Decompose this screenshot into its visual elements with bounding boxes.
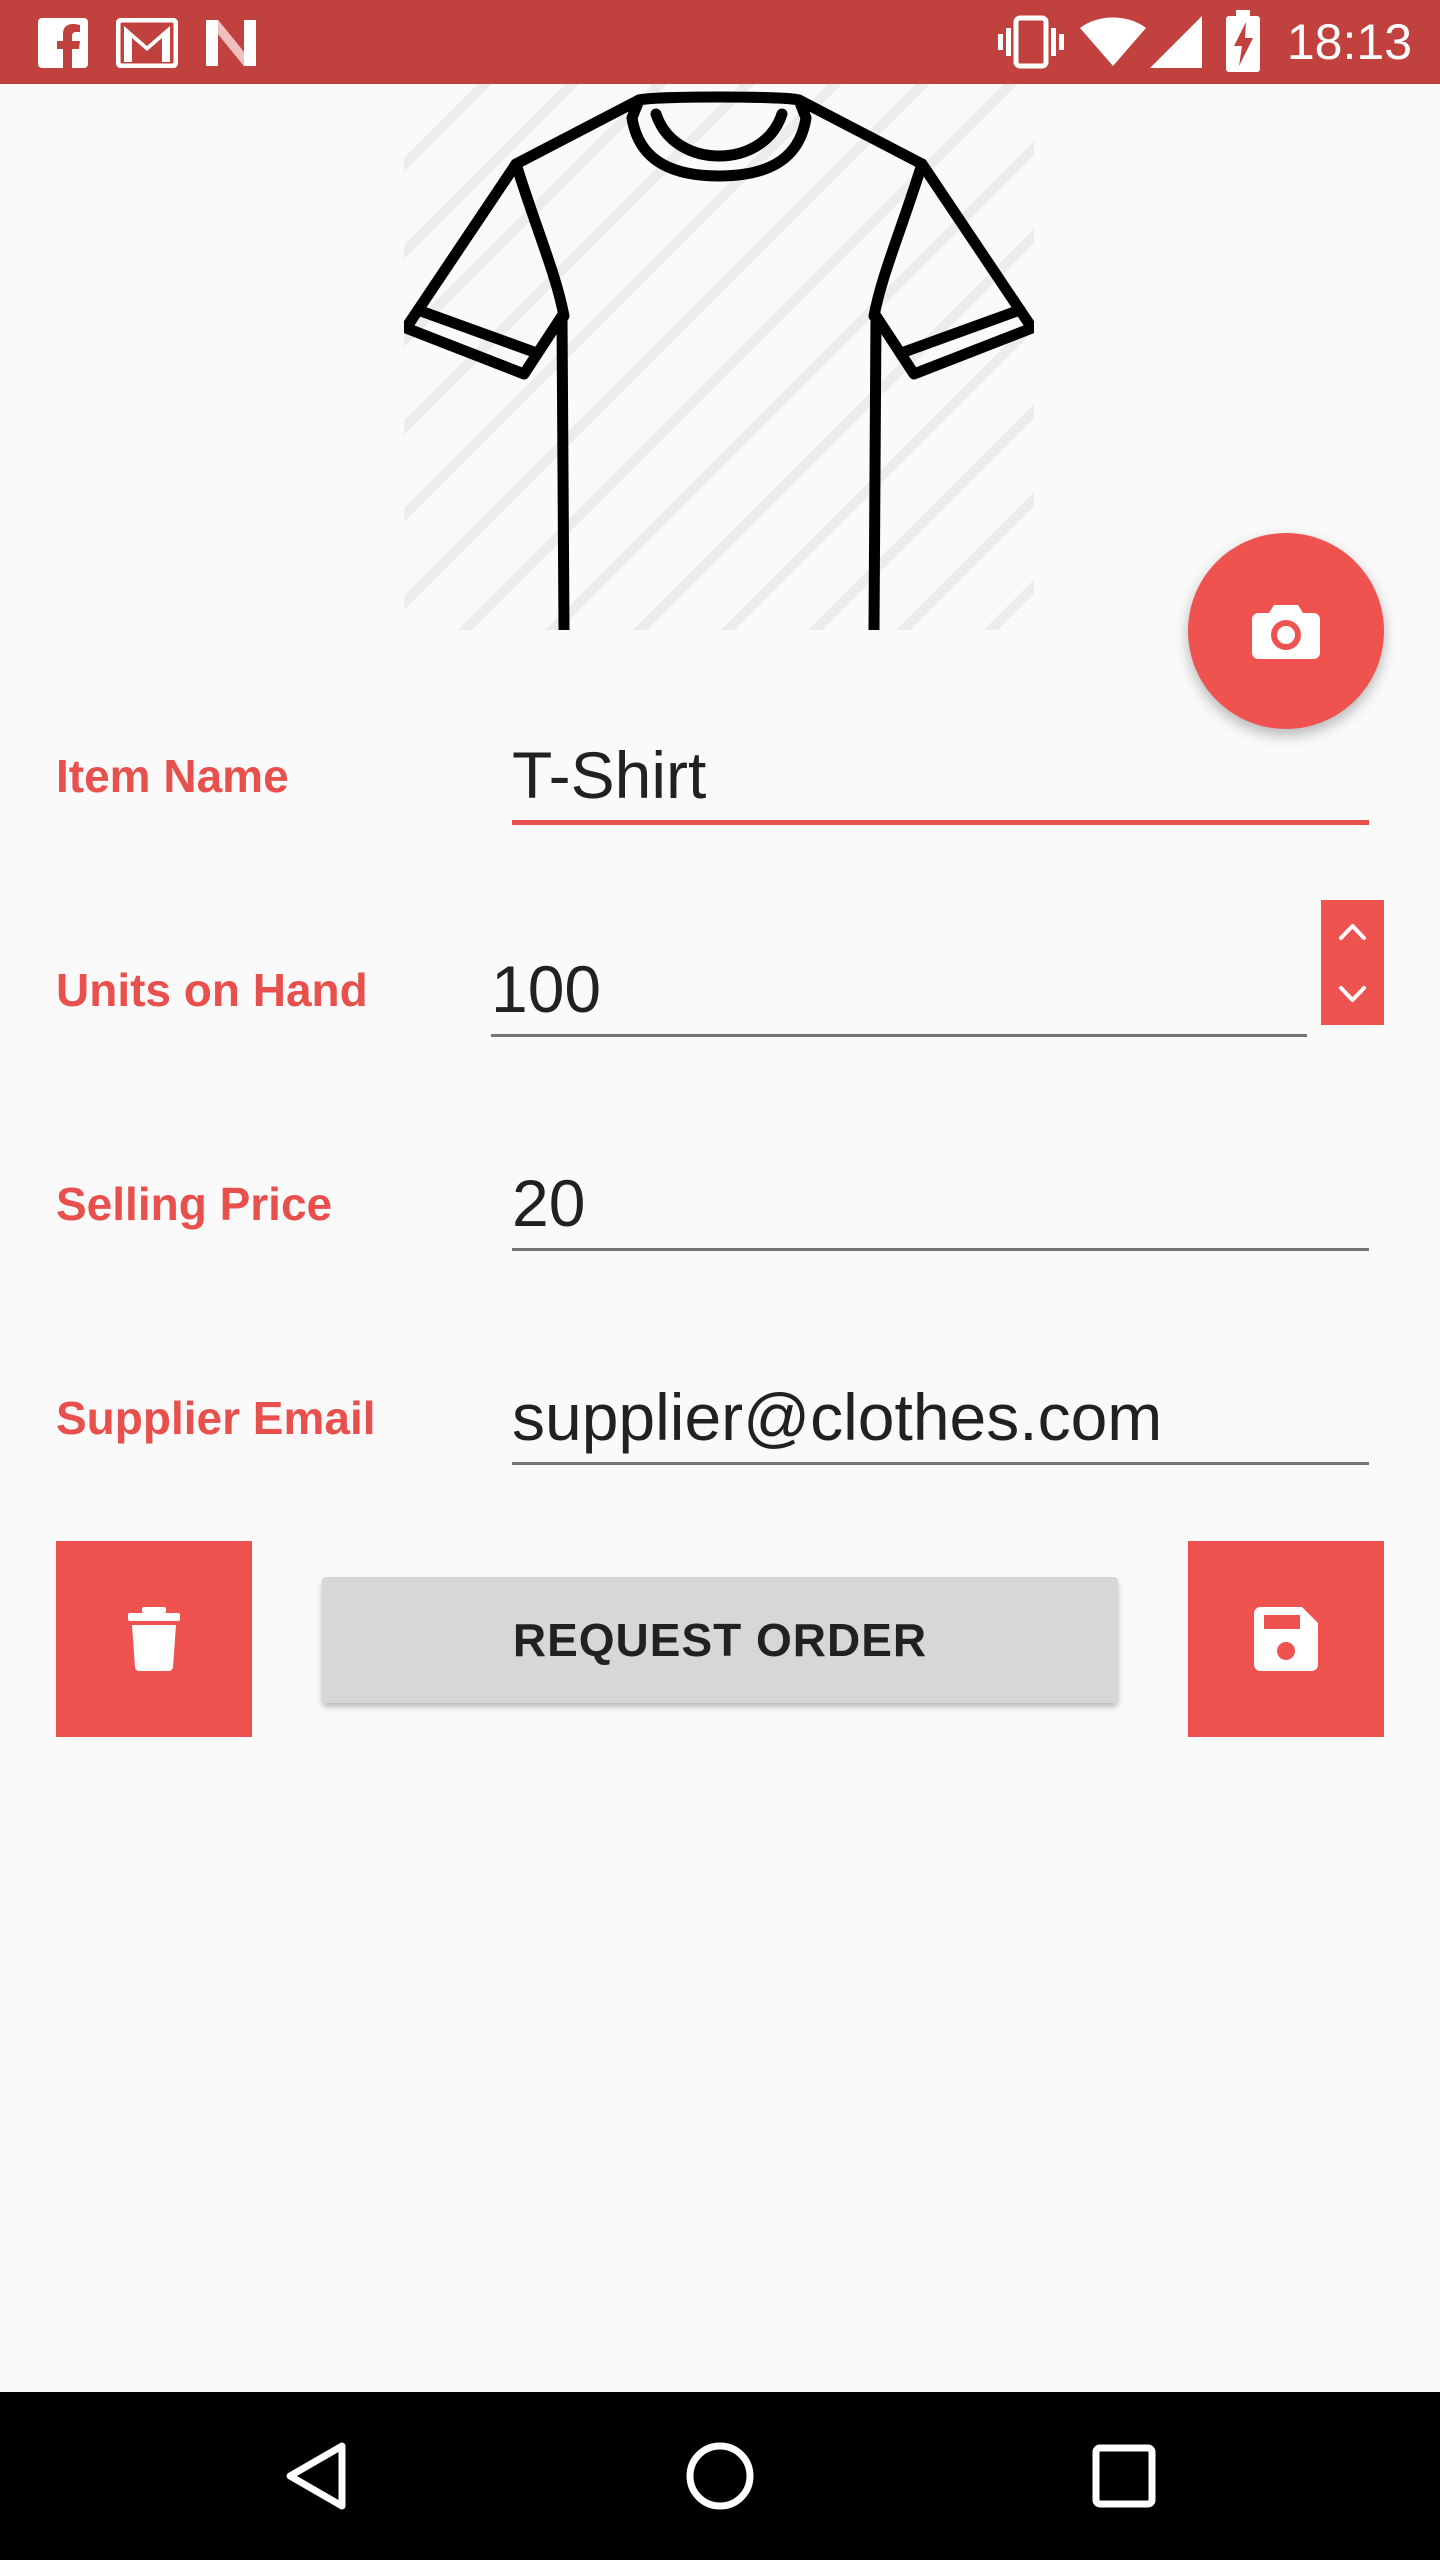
- selling-price-label: Selling Price: [56, 1178, 333, 1230]
- navigation-bar: [0, 2392, 1440, 2560]
- request-order-button[interactable]: REQUEST ORDER: [322, 1577, 1118, 1703]
- gmail-icon: [115, 17, 179, 73]
- delete-button[interactable]: [56, 1541, 252, 1737]
- item-name-input[interactable]: [512, 730, 1369, 825]
- chevron-up-icon: [1339, 924, 1366, 940]
- home-circle-icon: [686, 2442, 754, 2510]
- floppy-disk-icon: [1254, 1607, 1318, 1671]
- units-on-hand-label: Units on Hand: [56, 964, 368, 1016]
- facebook-icon: [38, 18, 88, 73]
- increment-button[interactable]: [1321, 900, 1384, 962]
- selling-price-input[interactable]: [512, 1158, 1369, 1251]
- save-button[interactable]: [1188, 1541, 1384, 1737]
- wifi-icon: [1080, 16, 1146, 73]
- vibrate-icon: [998, 14, 1064, 75]
- n-app-icon: [204, 18, 258, 73]
- recents-button[interactable]: [1074, 2426, 1174, 2526]
- supplier-email-label: Supplier Email: [56, 1392, 376, 1444]
- t-shirt-image: [404, 91, 1034, 630]
- units-on-hand-input[interactable]: [491, 944, 1307, 1037]
- back-button[interactable]: [266, 2426, 366, 2526]
- status-bar: 18:13: [0, 0, 1440, 84]
- signal-icon: [1150, 16, 1202, 73]
- decrement-button[interactable]: [1321, 962, 1384, 1024]
- camera-button[interactable]: [1188, 533, 1384, 729]
- camera-icon: [1252, 605, 1320, 659]
- recents-square-icon: [1092, 2444, 1156, 2508]
- status-time: 18:13: [1286, 14, 1412, 70]
- chevron-down-icon: [1339, 986, 1366, 1002]
- product-image: [404, 84, 1034, 630]
- home-button[interactable]: [670, 2426, 770, 2526]
- item-name-label: Item Name: [56, 750, 289, 802]
- back-triangle-icon: [286, 2442, 346, 2510]
- battery-charging-icon: [1226, 10, 1260, 77]
- supplier-email-input[interactable]: [512, 1372, 1369, 1465]
- trash-icon: [128, 1607, 180, 1671]
- quantity-stepper: [1321, 900, 1384, 1025]
